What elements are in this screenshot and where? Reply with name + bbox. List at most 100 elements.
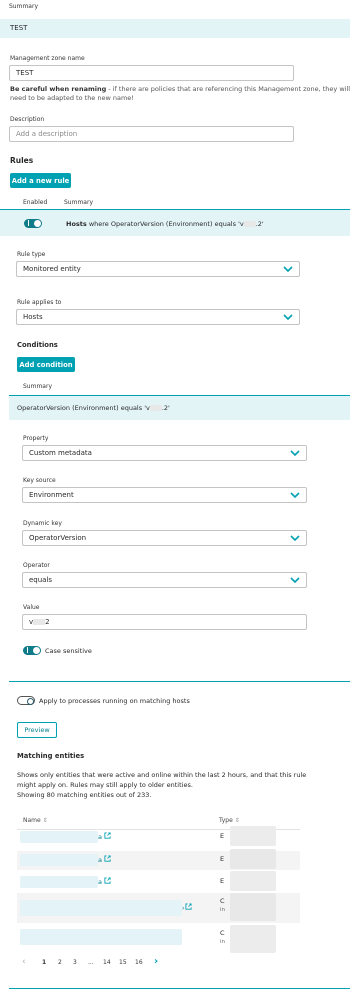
redacted-type xyxy=(230,826,276,846)
add-rule-button[interactable]: Add a new rule xyxy=(10,173,71,188)
table-row-link[interactable]: › xyxy=(182,903,192,912)
conditions-heading: Conditions xyxy=(17,341,58,349)
rules-heading: Rules xyxy=(10,156,34,165)
case-sensitive-toggle[interactable] xyxy=(23,646,41,655)
zone-name-input[interactable]: TEST xyxy=(9,65,294,81)
rules-col-enabled: Enabled xyxy=(23,199,48,206)
value-label: Value xyxy=(23,604,40,611)
key-source-value: Environment xyxy=(29,491,74,499)
matching-count: Showing 80 matching entities out of 233. xyxy=(17,791,152,799)
toggle-on-mark xyxy=(28,220,29,226)
toggle-on-mark xyxy=(27,647,28,653)
page-15[interactable]: 15 xyxy=(119,959,127,966)
apply-processes-toggle[interactable] xyxy=(17,696,35,705)
dynamic-key-value: OperatorVersion xyxy=(29,534,87,542)
redacted-version xyxy=(243,221,256,227)
page-3[interactable]: 3 xyxy=(73,959,77,966)
description-input[interactable]: Add a description xyxy=(9,126,294,142)
redacted-name xyxy=(20,854,98,866)
rule-type-label: Rule type xyxy=(17,251,46,258)
matching-desc-1: Shows only entities that were active and… xyxy=(17,771,307,779)
toggle-knob xyxy=(33,647,40,654)
value-suffix: 2 xyxy=(45,618,50,626)
matching-heading: Matching entities xyxy=(17,752,85,760)
table-row-type: C xyxy=(220,897,225,905)
applies-to-select[interactable]: Hosts xyxy=(16,309,300,325)
conditions-summary-header: Summary xyxy=(23,383,52,390)
property-select[interactable]: Custom metadata xyxy=(22,445,307,461)
redacted-type xyxy=(230,893,276,921)
redacted-name xyxy=(20,900,182,916)
chevron-down-icon xyxy=(283,266,293,272)
external-link-icon xyxy=(104,877,111,884)
matching-desc-2: might apply on. Rules may still apply to… xyxy=(17,781,193,789)
table-row-type: C xyxy=(220,929,225,937)
chevron-down-icon xyxy=(290,535,300,541)
redacted-name xyxy=(20,831,98,843)
rules-col-summary: Summary xyxy=(64,199,93,206)
rename-warning: Be careful when renaming - if there are … xyxy=(10,85,350,93)
condition-summary: OperatorVersion (Environment) equals 'v.… xyxy=(17,404,170,412)
property-label: Property xyxy=(23,435,49,442)
apply-processes-label: Apply to processes running on matching h… xyxy=(39,697,190,705)
table-row-link[interactable]: a xyxy=(98,877,111,886)
toggle-knob xyxy=(34,220,41,227)
value-input[interactable]: v2 xyxy=(22,614,307,630)
redacted-type xyxy=(230,925,276,953)
add-condition-button[interactable]: Add condition xyxy=(17,357,75,372)
col-name-header[interactable]: Name ⇕ xyxy=(23,817,48,824)
dynamic-key-label: Dynamic key xyxy=(23,520,62,527)
col-type-header[interactable]: Type ⇕ xyxy=(219,817,240,824)
toggle-knob xyxy=(27,697,34,705)
dynamic-key-select[interactable]: OperatorVersion xyxy=(22,530,307,546)
page-14[interactable]: 14 xyxy=(103,959,111,966)
zone-name-label: Management zone name xyxy=(10,55,85,62)
redacted-name xyxy=(20,929,182,945)
table-row-link[interactable]: a xyxy=(98,832,111,841)
redacted-type xyxy=(230,849,276,869)
table-row-type: E xyxy=(220,855,225,863)
external-link-icon xyxy=(185,903,192,910)
property-value: Custom metadata xyxy=(29,449,92,457)
redacted-type xyxy=(230,871,276,891)
applies-to-label: Rule applies to xyxy=(17,299,62,306)
redacted-version xyxy=(149,405,162,411)
rule-enabled-toggle[interactable] xyxy=(24,219,42,228)
rule-type-value: Monitored entity xyxy=(23,265,81,273)
table-row-type-sub: in xyxy=(220,907,226,913)
applies-to-value: Hosts xyxy=(23,313,43,321)
page-2[interactable]: 2 xyxy=(58,959,62,966)
rule-type-select[interactable]: Monitored entity xyxy=(16,261,300,277)
key-source-select[interactable]: Environment xyxy=(22,487,307,503)
table-row-type: E xyxy=(220,877,225,885)
operator-label: Operator xyxy=(23,562,50,569)
rename-warning-line2: need to be adapted to the new name! xyxy=(10,94,134,102)
pagination-prev-icon[interactable]: ‹ xyxy=(22,957,26,967)
pagination-next-icon[interactable]: › xyxy=(154,956,158,967)
conditions-bottom-divider xyxy=(9,681,350,682)
sort-icon: ⇕ xyxy=(42,817,48,824)
summary-header: Summary xyxy=(9,3,38,10)
description-label: Description xyxy=(10,116,45,123)
table-row-type: E xyxy=(220,832,225,840)
redacted-name xyxy=(20,876,98,888)
chevron-down-icon xyxy=(290,577,300,583)
sort-icon: ⇕ xyxy=(234,817,240,824)
chevron-down-icon xyxy=(283,314,293,320)
zone-title-band xyxy=(0,19,350,38)
page-ellipsis: ... xyxy=(88,959,94,966)
operator-select[interactable]: equals xyxy=(22,572,307,588)
bottom-divider xyxy=(9,988,350,989)
case-sensitive-label: Case sensitive xyxy=(45,647,92,655)
page-1[interactable]: 1 xyxy=(42,959,46,966)
zone-title: TEST xyxy=(10,24,28,32)
preview-button[interactable]: Preview xyxy=(17,722,57,738)
chevron-down-icon xyxy=(290,450,300,456)
page-16[interactable]: 16 xyxy=(135,959,143,966)
rule-summary: Hosts where OperatorVersion (Environment… xyxy=(66,220,264,228)
table-row-type-sub: in xyxy=(220,939,226,945)
redacted-version xyxy=(33,619,46,625)
external-link-icon xyxy=(104,855,111,862)
table-row-link[interactable]: a xyxy=(98,855,111,864)
key-source-label: Key source xyxy=(23,477,56,484)
